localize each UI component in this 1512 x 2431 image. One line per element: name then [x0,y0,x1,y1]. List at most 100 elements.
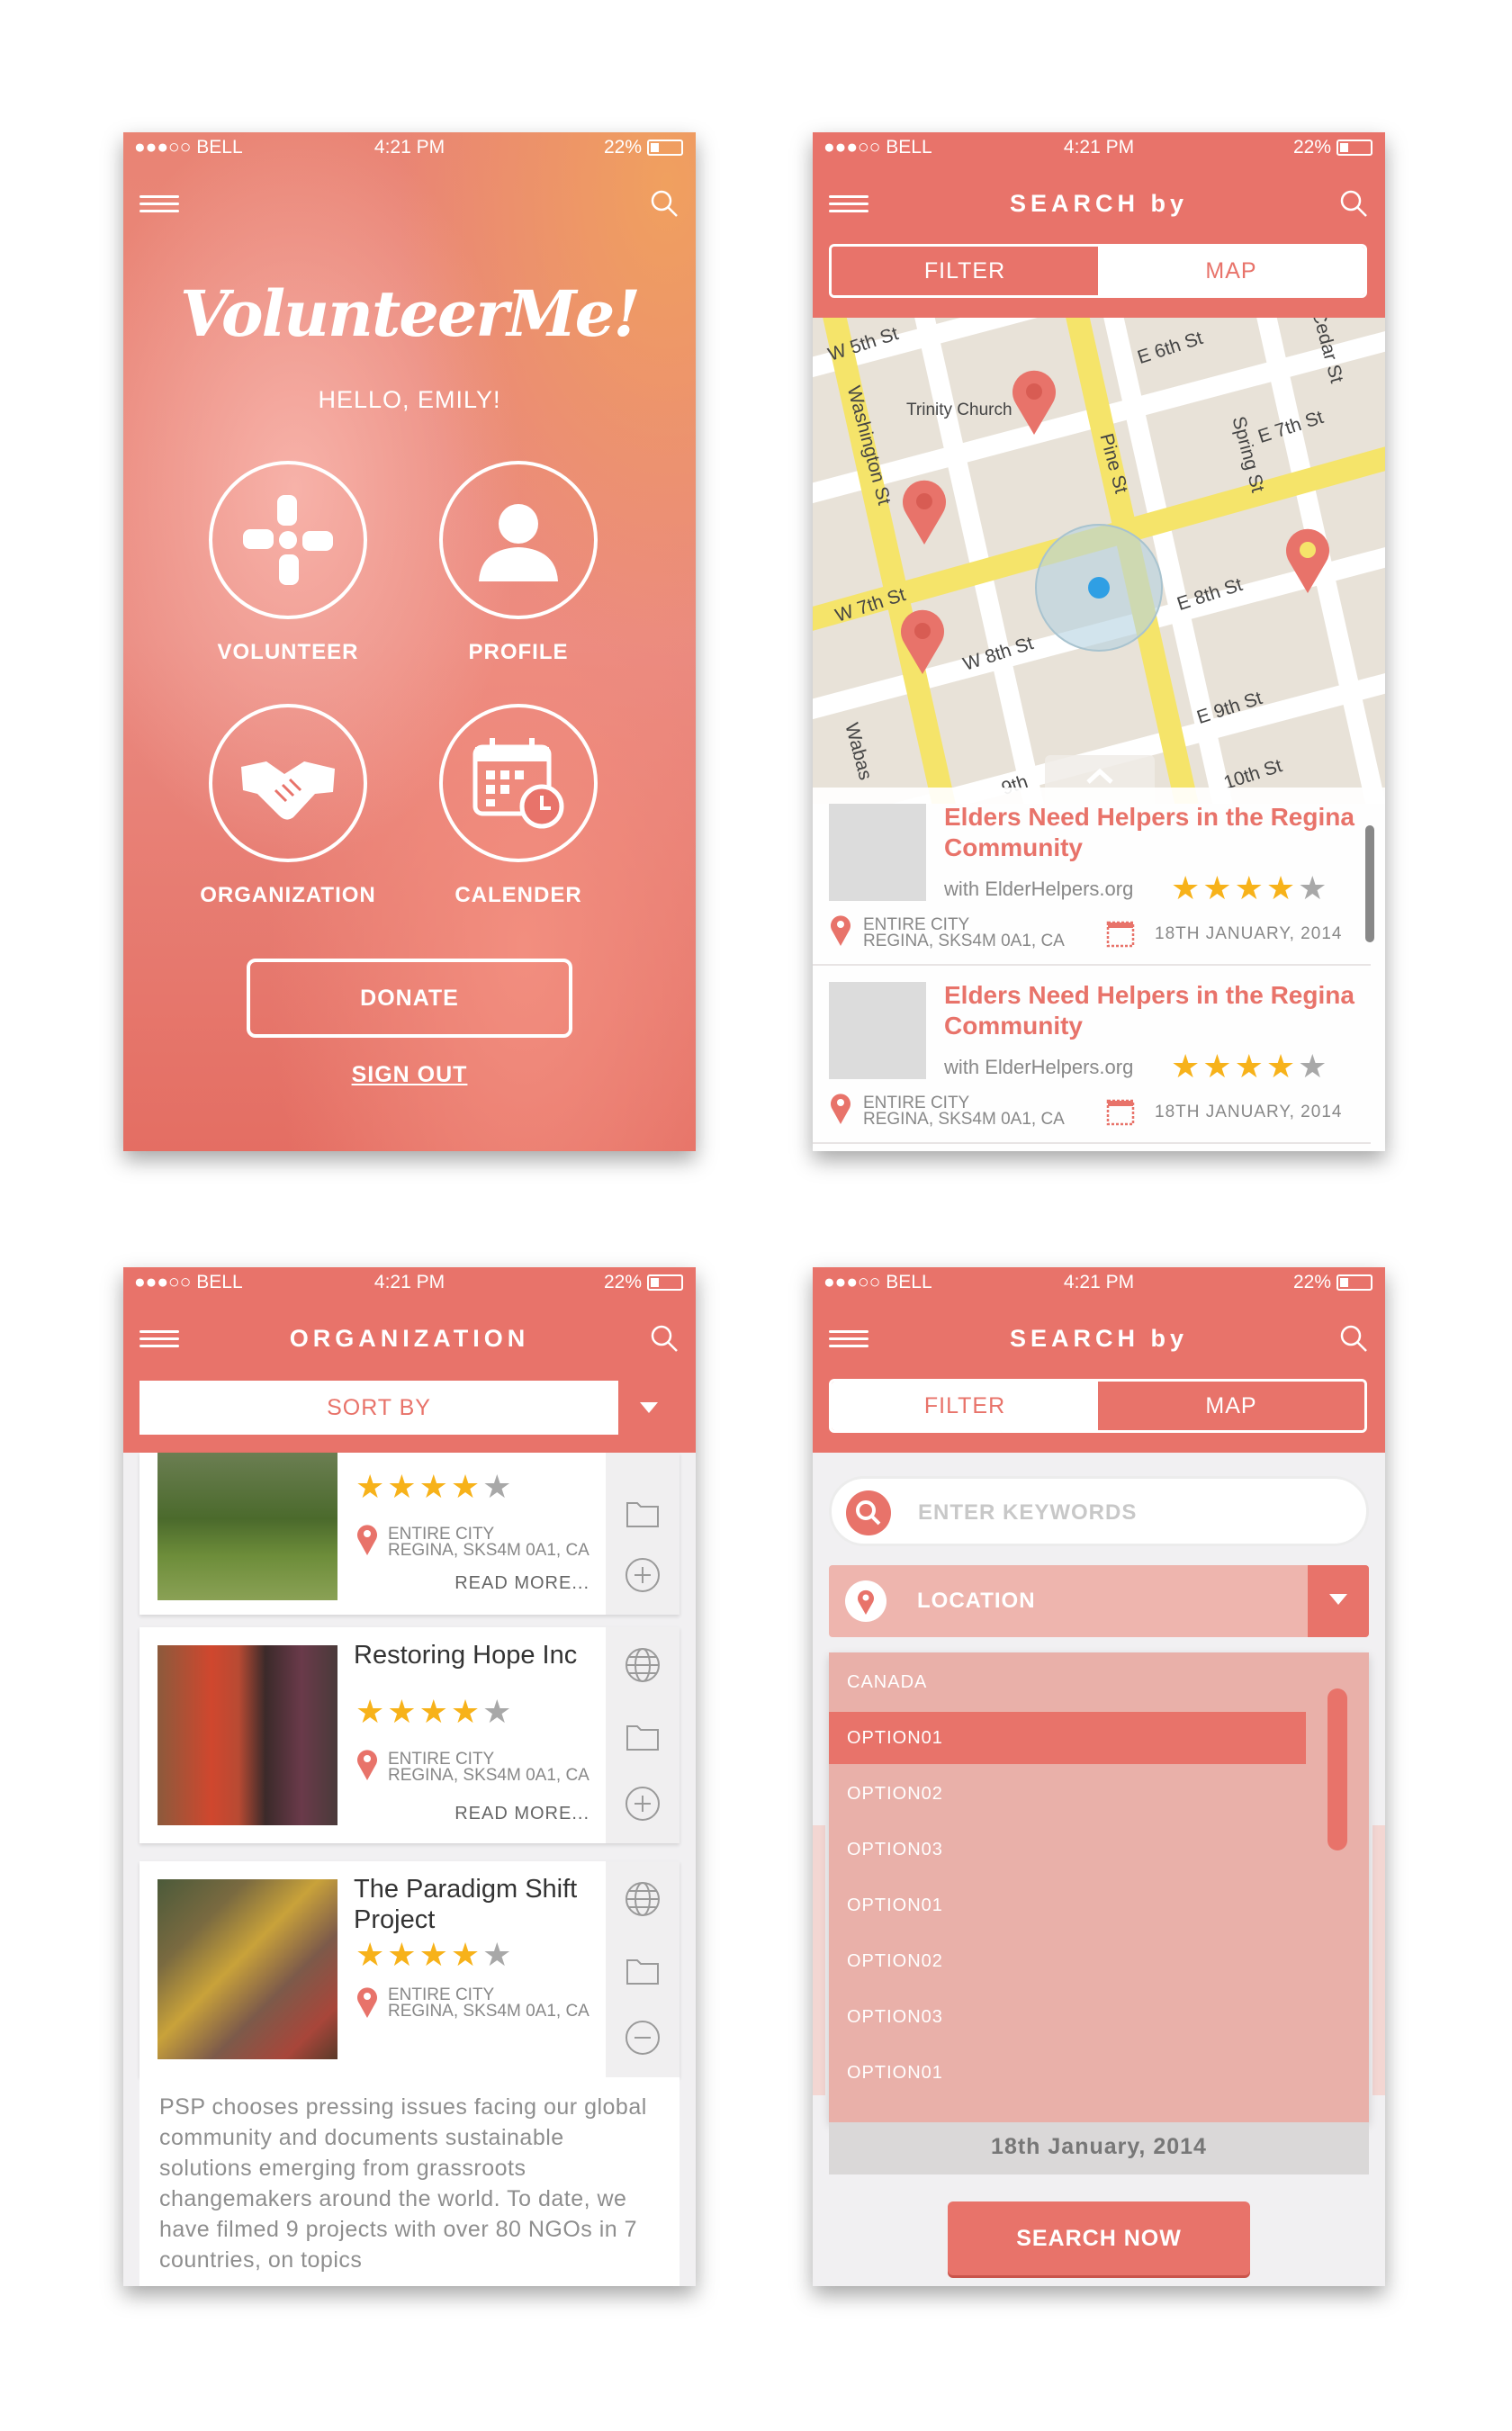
org-photo [158,1645,338,1825]
donate-button[interactable]: DONATE [247,959,572,1038]
folder-icon[interactable] [625,1717,661,1753]
location-option[interactable]: OPTION03 [829,1823,1306,1876]
battery-icon [647,1274,683,1291]
folder-icon[interactable] [625,1494,661,1530]
location-select[interactable]: LOCATION [829,1565,1369,1637]
map-pin-icon[interactable] [1009,368,1059,437]
calendar-peek-left [813,1825,825,2095]
location-pin-icon [831,1094,850,1124]
profile-button[interactable] [439,461,598,619]
search-icon[interactable] [1338,1323,1369,1354]
list-item[interactable]: Elders Need Helpers in the Regina Commun… [813,788,1371,966]
search-now-button[interactable]: SEARCH NOW [948,2201,1250,2275]
event-title: Elders Need Helpers in the Regina Commun… [944,981,1354,1040]
organization-label: ORGANIZATION [200,883,376,907]
sort-by-dropdown[interactable]: SORT BY [140,1381,680,1435]
chevron-down-icon[interactable] [1308,1565,1369,1637]
add-circle-icon[interactable] [625,1557,661,1593]
current-location-dot [1088,577,1110,599]
battery-icon [1336,140,1372,156]
read-more-link[interactable]: READ MORE... [454,1804,590,1824]
location-option[interactable]: OPTION03 [829,1991,1306,2043]
add-circle-icon[interactable] [625,1786,661,1822]
read-more-link[interactable]: READ MORE... [454,1573,590,1594]
battery-icon [1336,1274,1372,1291]
map-pin-icon[interactable] [897,608,948,676]
org-actions [606,1861,680,2077]
rating-stars: ★ ★ ★ ★ ★ [356,1936,512,1973]
org-card[interactable]: ★ ★ ★ ★ ★ ENTIRE CITY REGINA, SKS4M 0A1, CA R… [140,1453,680,1615]
status-bar: ●●●○○ BELL 4:21 PM 22% [123,1267,696,1298]
calendar-icon [1106,1099,1135,1126]
list-item[interactable]: Elders Need Helpers in the Regina Commun… [813,966,1371,1144]
search-map-screen: ●●●○○ BELL 4:21 PM 22% SEARCH by FILTER … [813,132,1385,1151]
folder-icon[interactable] [625,1951,661,1987]
location-option[interactable]: OPTION01 [829,1879,1306,1931]
volunteer-button[interactable] [209,461,367,619]
search-icon[interactable] [649,188,680,219]
location-option-selected[interactable]: OPTION01 [829,1712,1306,1764]
location-option[interactable]: CANADA [829,1656,1306,1708]
battery: 22% [1293,1272,1372,1293]
calender-label: CALENDER [454,883,582,907]
app-logo: VolunteerMe! [180,276,641,351]
calender-button[interactable] [439,704,598,862]
calendar-peek-right [1372,1825,1385,2095]
tab-map[interactable]: MAP [1098,247,1364,295]
search-icon[interactable] [1338,188,1369,219]
app-bar: SEARCH by [813,1298,1385,1379]
menu-icon[interactable] [140,195,179,212]
org-location: ENTIRE CITY REGINA, SKS4M 0A1, CA [388,1985,590,2021]
org-photo [158,1453,338,1600]
org-location: ENTIRE CITY REGINA, SKS4M 0A1, CA [388,1750,590,1785]
sign-out-link[interactable]: SIGN OUT [123,1062,696,1088]
map-pin-icon[interactable] [899,478,950,546]
chevron-down-icon[interactable] [618,1381,680,1435]
remove-circle-icon[interactable] [625,2020,661,2056]
location-pin-icon [357,1987,377,2018]
app-bar: ORGANIZATION [123,1298,696,1379]
calendar-icon [1106,921,1135,948]
location-option[interactable]: OPTION01 [829,2047,1306,2099]
location-option[interactable]: OPTION02 [829,1935,1306,1987]
date-field[interactable]: 18th January, 2014 [829,2122,1369,2174]
status-bar: ●●●○○ BELL 4:21 PM 22% [123,132,696,163]
globe-icon[interactable] [625,1647,661,1683]
filter-map-toggle: FILTER MAP [829,1379,1367,1433]
scrollbar[interactable] [1365,825,1374,942]
search-icon[interactable] [649,1323,680,1354]
event-organizer: with ElderHelpers.org [944,878,1134,900]
globe-icon[interactable] [625,1881,661,1917]
rating-stars: ★ ★ ★ ★ ★ [1171,869,1328,906]
keywords-placeholder: ENTER KEYWORDS [918,1500,1138,1525]
org-actions [606,1453,680,1615]
org-card[interactable]: The Paradigm Shift Project ★ ★ ★ ★ ★ ENTIRE … [140,1861,680,2077]
page-title: SEARCH by [1009,190,1189,217]
status-bar: ●●●○○ BELL 4:21 PM 22% [813,1267,1385,1298]
org-name: Restoring Hope Inc [354,1641,578,1670]
tab-filter[interactable]: FILTER [832,247,1098,295]
profile-label: PROFILE [468,640,569,664]
battery-percent: 22% [603,137,642,158]
search-icon [846,1490,891,1535]
map-pin-icon[interactable] [1282,527,1333,595]
org-actions [606,1627,680,1843]
battery-percent: 22% [603,1272,642,1292]
event-location: ENTIRE CITY REGINA, SKS4M 0A1, CA [863,1094,1065,1129]
keywords-search-field[interactable]: ENTER KEYWORDS [829,1476,1369,1546]
location-pin-icon [357,1750,377,1780]
handshake-icon [241,761,335,820]
org-photo [158,1879,338,2059]
org-card[interactable]: Restoring Hope Inc ★ ★ ★ ★ ★ ENTIRE CITY REGI… [140,1627,680,1843]
results-list: Elders Need Helpers in the Regina Commun… [813,788,1385,1151]
location-option[interactable]: OPTION02 [829,1768,1306,1820]
event-organizer: with ElderHelpers.org [944,1056,1134,1078]
tab-filter[interactable]: FILTER [832,1382,1098,1430]
map-view[interactable]: W 5th St E 6th St Cedar St Trinity Churc… [813,318,1385,804]
tab-map[interactable]: MAP [1098,1382,1364,1430]
scrollbar[interactable] [1328,1688,1347,1850]
organization-button[interactable] [209,704,367,862]
battery-percent: 22% [1292,137,1331,158]
battery-icon [647,140,683,156]
status-bar: ●●●○○ BELL 4:21 PM 22% [813,132,1385,163]
